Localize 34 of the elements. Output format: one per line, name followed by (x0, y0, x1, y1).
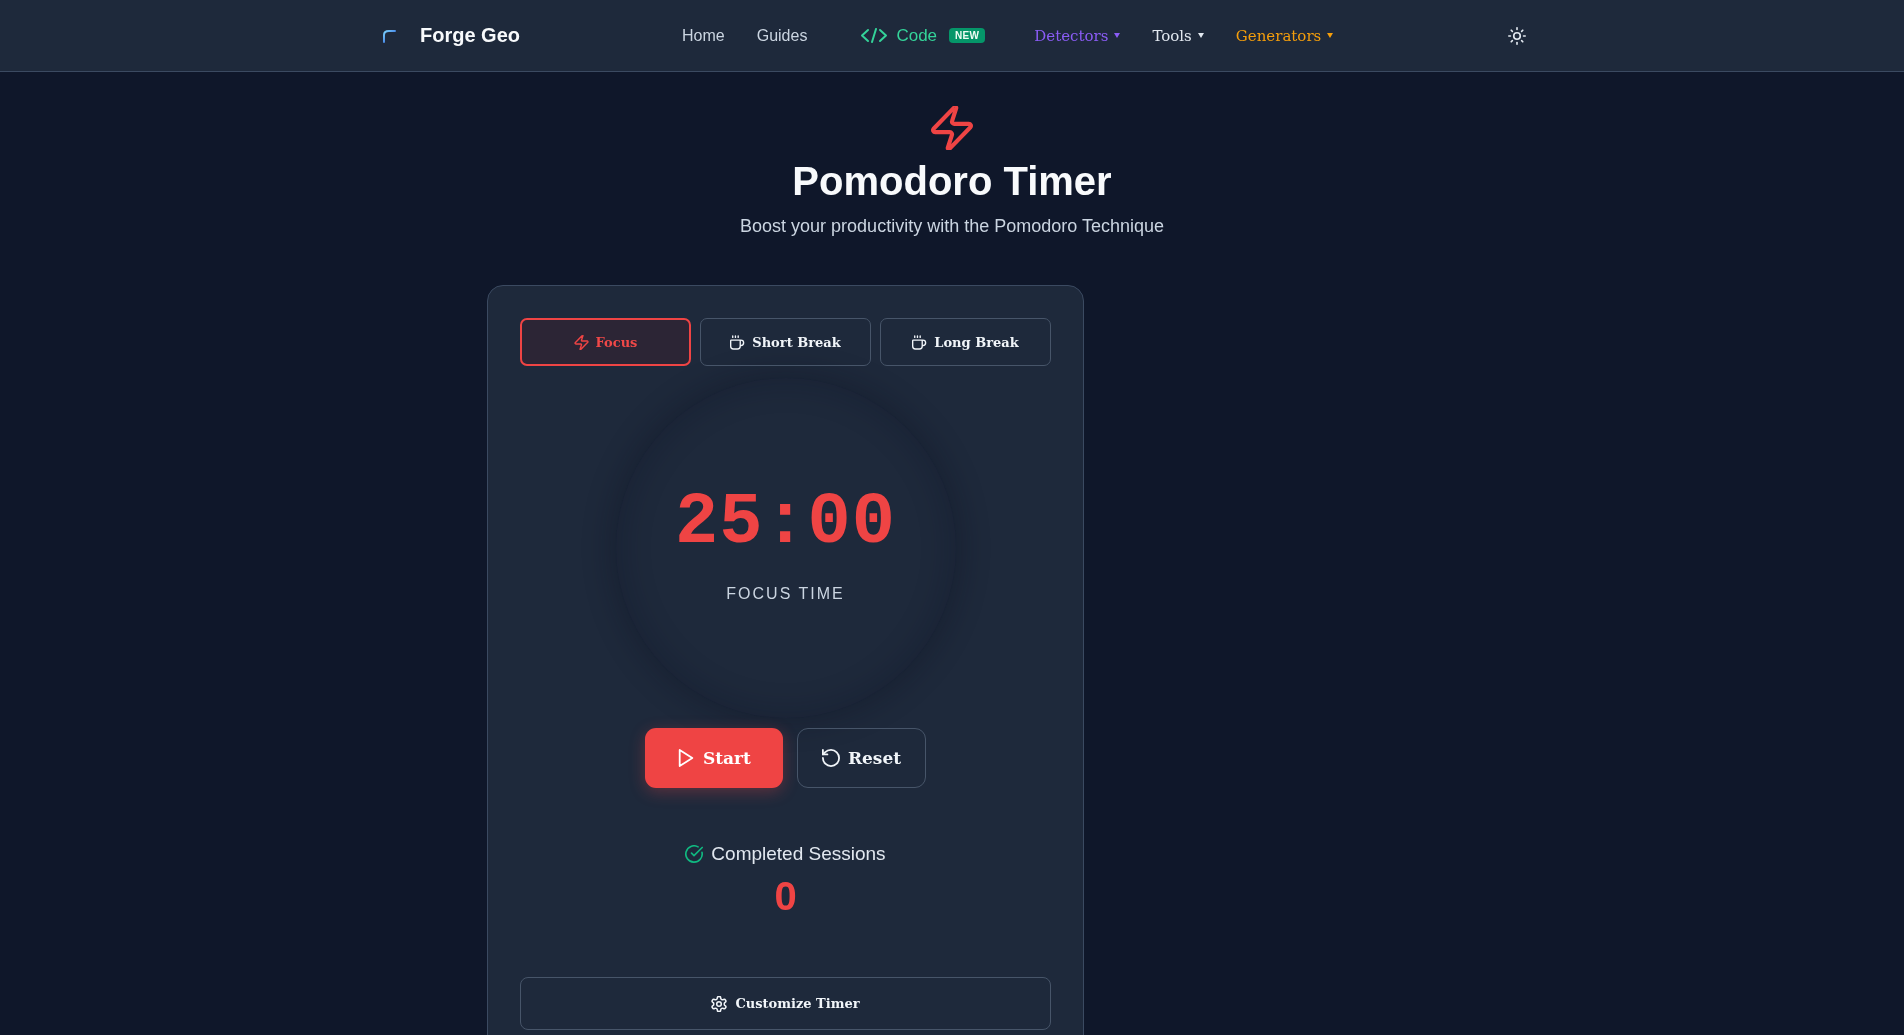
customize-timer-button[interactable]: Customize Timer (520, 977, 1051, 1030)
lightning-bolt-icon (930, 106, 974, 150)
caret-icon (1114, 33, 1121, 38)
new-badge: NEW (949, 28, 986, 43)
page-title: Pomodoro Timer (792, 158, 1112, 205)
nav-dropdown[interactable]: Detectors (1034, 26, 1121, 45)
nav-link[interactable]: Guides (756, 26, 808, 45)
mode-tab[interactable]: Short Break (700, 318, 871, 366)
nav-link[interactable]: Code (860, 25, 938, 46)
brand-link[interactable]: Forge Geo (376, 24, 520, 47)
lightning-bolt-icon (573, 334, 589, 350)
timer-display: 25:00 (674, 483, 896, 563)
nav-dropdown[interactable]: Generators (1235, 26, 1334, 45)
reset-button[interactable]: Reset (796, 728, 927, 788)
mode-tab[interactable]: Focus (520, 318, 691, 366)
nav-dropdown[interactable]: Tools (1152, 26, 1204, 45)
coffee-cup-icon (912, 334, 928, 350)
logo-icon (381, 28, 396, 43)
nav-link[interactable]: Home (682, 26, 725, 45)
page-subtitle: Boost your productivity with the Pomodoro Technique (740, 215, 1164, 238)
sessions-count: 0 (774, 874, 797, 918)
settings-icon (711, 995, 728, 1012)
sessions-title: Completed Sessions (711, 842, 886, 866)
mode-tab[interactable]: Long Break (880, 318, 1051, 366)
check-circle-icon (685, 845, 704, 863)
caret-icon (1327, 33, 1334, 38)
play-icon (676, 749, 695, 767)
sun-icon[interactable] (1508, 26, 1526, 45)
caret-icon (1197, 33, 1204, 38)
reset-icon (821, 749, 840, 767)
start-button[interactable]: Start (644, 728, 783, 788)
coffee-cup-icon (730, 334, 746, 350)
code-icon (860, 28, 889, 43)
timer-mode-label: FOCUS TIME (726, 585, 845, 603)
